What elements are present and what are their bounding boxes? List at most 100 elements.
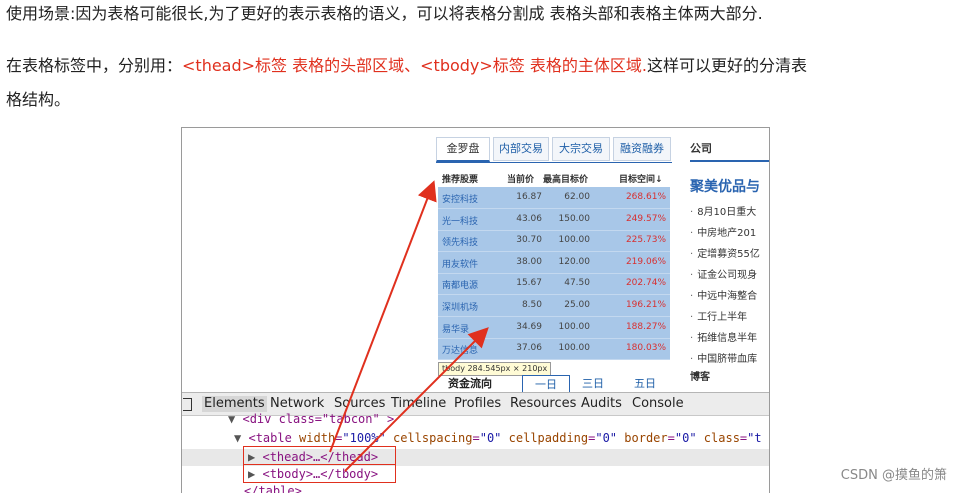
table-row: 领先科技 30.70 100.00 225.73% bbox=[438, 230, 670, 252]
attr-value: "t bbox=[747, 431, 762, 445]
news-item[interactable]: 拓维信息半年 bbox=[690, 328, 769, 349]
intro-line-2-highlight: <thead>标签 表格的头部区域、<tbody>标签 表格的主体区域. bbox=[182, 56, 647, 75]
news-item[interactable]: 证金公司现身 bbox=[690, 265, 769, 286]
element-size-tooltip: tbody 284.545px × 210px bbox=[438, 362, 552, 376]
div-tag: div class="tabcon" > bbox=[249, 412, 395, 426]
cell-target: 120.00 bbox=[558, 257, 591, 267]
cell-price: 30.70 bbox=[516, 235, 542, 245]
news-item[interactable]: 8月10日重大 bbox=[690, 202, 769, 223]
th-price: 当前价 bbox=[507, 175, 535, 185]
cell-space: 180.03% bbox=[625, 343, 666, 353]
tab-five-day[interactable]: 五日 bbox=[628, 375, 662, 393]
intro-line-2: 在表格标签中，分别用：<thead>标签 表格的头部区域、<tbody>标签 表… bbox=[6, 53, 807, 79]
sidebar-title-link[interactable]: 聚美优品与 bbox=[690, 176, 769, 196]
tab-resources[interactable]: Resources bbox=[510, 396, 576, 412]
cell-target: 25.00 bbox=[564, 300, 590, 310]
stock-name-link[interactable]: 深圳机场 bbox=[442, 300, 478, 313]
cell-space: 225.73% bbox=[625, 235, 666, 245]
intro-line-2-suffix: 这样可以更好的分清表 bbox=[646, 56, 807, 75]
attr-name: cellpadding bbox=[508, 431, 589, 445]
news-item[interactable]: 中房地产201 bbox=[690, 223, 769, 244]
table-row: 安控科技 16.87 62.00 268.61% bbox=[438, 187, 670, 209]
stock-name-link[interactable]: 用友软件 bbox=[442, 257, 478, 270]
collapse-triangle-icon[interactable]: ▼ bbox=[234, 431, 241, 445]
dom-table-line[interactable]: ▼ <table width="100%" cellspacing="0" ce… bbox=[234, 431, 762, 445]
sidebar-heading: 公司 bbox=[690, 138, 769, 162]
watermark: CSDN @摸鱼的箫 bbox=[840, 468, 947, 483]
cell-space: 188.27% bbox=[625, 322, 666, 332]
stock-name-link[interactable]: 万达信息 bbox=[442, 343, 478, 356]
cell-target: 150.00 bbox=[558, 214, 591, 224]
attr-name: cellspacing bbox=[393, 431, 473, 445]
tab-elements[interactable]: Elements bbox=[202, 396, 267, 412]
dock-icon[interactable] bbox=[183, 398, 192, 411]
tab-insider-trading[interactable]: 内部交易 bbox=[493, 137, 549, 161]
tab-margin-trading[interactable]: 融资融券 bbox=[613, 137, 671, 161]
cell-space: 196.21% bbox=[625, 300, 666, 310]
cell-target: 100.00 bbox=[558, 343, 591, 353]
cell-price: 34.69 bbox=[516, 322, 542, 332]
tab-jinluopan[interactable]: 金罗盘 bbox=[436, 137, 490, 162]
tab-audits[interactable]: Audits bbox=[581, 396, 622, 412]
thead-annotation-box bbox=[243, 446, 396, 465]
cell-target: 100.00 bbox=[558, 322, 591, 332]
stock-name-link[interactable]: 易华录 bbox=[442, 322, 469, 335]
stock-name-link[interactable]: 安控科技 bbox=[442, 192, 478, 205]
flow-tabs: 资金流向 一日 三日 五日 bbox=[438, 375, 670, 394]
th-space[interactable]: 目标空间↓ bbox=[619, 172, 663, 185]
news-item[interactable]: 中远中海整合 bbox=[690, 286, 769, 307]
tab-capital-flow[interactable]: 资金流向 bbox=[442, 375, 498, 393]
attr-name: width bbox=[299, 431, 336, 445]
dom-div-line[interactable]: ▼ <div class="tabcon" > bbox=[228, 412, 394, 426]
attr-value: "100%" bbox=[342, 431, 386, 445]
browser-screenshot: 金罗盘 内部交易 大宗交易 融资融券 推荐股票 当前价 最高目标价 目标空间↓ … bbox=[181, 127, 770, 493]
blog-heading: 博客 bbox=[690, 372, 710, 383]
cell-space: 268.61% bbox=[625, 192, 666, 202]
cell-space: 249.57% bbox=[625, 214, 666, 224]
news-item[interactable]: 工行上半年 bbox=[690, 307, 769, 328]
tab-console[interactable]: Console bbox=[632, 396, 684, 412]
tab-network[interactable]: Network bbox=[270, 396, 324, 412]
tab-timeline[interactable]: Timeline bbox=[391, 396, 446, 412]
cell-target: 47.50 bbox=[564, 278, 590, 288]
cell-space: 219.06% bbox=[625, 257, 666, 267]
attr-value: "0" bbox=[674, 431, 697, 445]
tab-profiles[interactable]: Profiles bbox=[454, 396, 501, 412]
tab-underline bbox=[436, 162, 672, 163]
table-row: 万达信息 37.06 100.00 180.03% bbox=[438, 338, 670, 360]
cell-target: 62.00 bbox=[564, 192, 590, 202]
stock-name-link[interactable]: 南都电源 bbox=[442, 278, 478, 291]
news-list: 8月10日重大 中房地产201 定增募资55亿 证金公司现身 中远中海整合 工行… bbox=[690, 202, 769, 370]
table-row: 易华录 34.69 100.00 188.27% bbox=[438, 317, 670, 339]
table-row: 光一科技 43.06 150.00 249.57% bbox=[438, 209, 670, 231]
table-row: 用友软件 38.00 120.00 219.06% bbox=[438, 252, 670, 274]
table-row: 深圳机场 8.50 25.00 196.21% bbox=[438, 295, 670, 317]
stock-name-link[interactable]: 领先科技 bbox=[442, 235, 478, 248]
th-stock: 推荐股票 bbox=[442, 175, 479, 185]
cell-price: 38.00 bbox=[516, 257, 542, 267]
tab-three-day[interactable]: 三日 bbox=[578, 375, 608, 393]
tbody-annotation-box bbox=[243, 464, 396, 483]
tab-sources[interactable]: Sources bbox=[334, 396, 385, 412]
intro-line-3: 格结构。 bbox=[6, 90, 71, 109]
collapse-triangle-icon[interactable]: ▼ bbox=[228, 412, 235, 426]
cell-target: 100.00 bbox=[558, 235, 591, 245]
cell-price: 15.67 bbox=[516, 278, 542, 288]
attr-name: border bbox=[624, 431, 668, 445]
attr-value: "0" bbox=[595, 431, 618, 445]
intro-line-1: 使用场景:因为表格可能很长,为了更好的表示表格的语义，可以将表格分割成 表格头部… bbox=[6, 4, 763, 23]
news-item[interactable]: 定增募资55亿 bbox=[690, 244, 769, 265]
table-tag: table bbox=[255, 431, 292, 445]
cell-price: 16.87 bbox=[516, 192, 542, 202]
th-target: 最高目标价 bbox=[543, 175, 589, 185]
tab-block-trading[interactable]: 大宗交易 bbox=[552, 137, 610, 161]
cell-space: 202.74% bbox=[625, 278, 666, 288]
news-item[interactable]: 中国脐带血库 bbox=[690, 349, 769, 370]
stock-name-link[interactable]: 光一科技 bbox=[442, 214, 478, 227]
intro-line-2-prefix: 在表格标签中，分别用： bbox=[6, 56, 183, 75]
cell-price: 43.06 bbox=[516, 214, 542, 224]
table-row: 南都电源 15.67 47.50 202.74% bbox=[438, 273, 670, 295]
attr-name: class bbox=[703, 431, 740, 445]
news-sidebar: 公司 聚美优品与 8月10日重大 中房地产201 定增募资55亿 证金公司现身 … bbox=[690, 138, 769, 370]
table-body-highlight: 安控科技 16.87 62.00 268.61% 光一科技 43.06 150.… bbox=[438, 187, 670, 360]
